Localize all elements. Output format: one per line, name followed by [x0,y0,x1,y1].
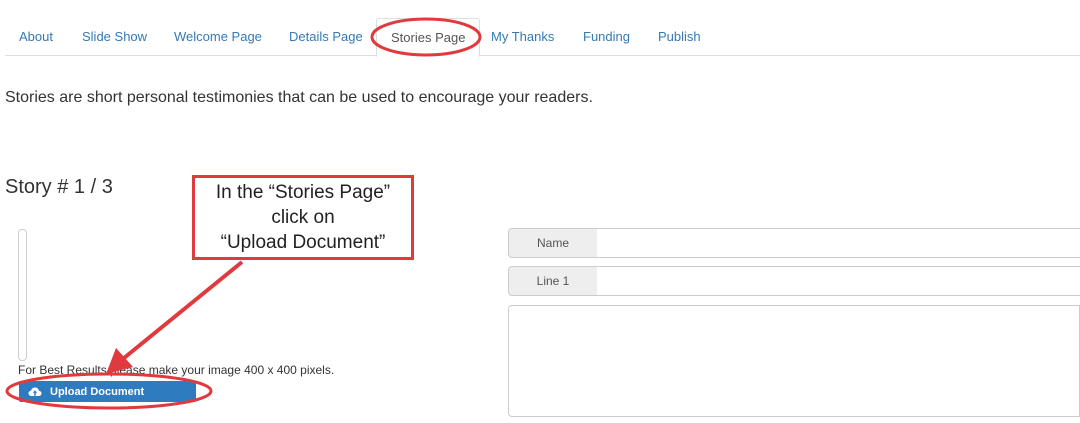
name-label: Name [508,228,598,258]
tab-details-page[interactable]: Details Page [289,18,363,54]
annotation-line-1: In the “Stories Page” [215,182,391,203]
story-image-placeholder [18,229,27,361]
cloud-upload-icon [28,385,42,399]
tab-slide-show[interactable]: Slide Show [82,18,147,54]
upload-document-button[interactable]: Upload Document [19,381,196,402]
annotation-line-3: “Upload Document” [220,232,386,253]
upload-document-label: Upload Document [50,385,145,398]
tab-my-thanks[interactable]: My Thanks [491,18,554,54]
story-heading: Story # 1 / 3 [5,176,113,198]
line1-label: Line 1 [508,266,598,296]
page-tabs: About Slide Show Welcome Page Details Pa… [5,18,1080,57]
name-input[interactable] [597,228,1080,258]
annotation-callout: In the “Stories Page” click on “Upload D… [192,175,414,260]
page-description: Stories are short personal testimonies t… [5,89,593,106]
tab-publish[interactable]: Publish [658,18,701,54]
line1-input[interactable] [597,266,1080,296]
annotation-line-2: click on [271,207,335,228]
line1-field-group: Line 1 [508,266,1080,296]
tab-stories-page[interactable]: Stories Page [376,18,481,57]
story-text-area[interactable] [508,305,1080,417]
image-size-hint: For Best Results please make your image … [18,363,335,377]
name-field-group: Name [508,228,1080,258]
tab-funding[interactable]: Funding [583,18,630,54]
tab-welcome-page[interactable]: Welcome Page [174,18,262,54]
annotation-arrow-shaft [122,260,244,360]
tab-about[interactable]: About [19,18,53,54]
